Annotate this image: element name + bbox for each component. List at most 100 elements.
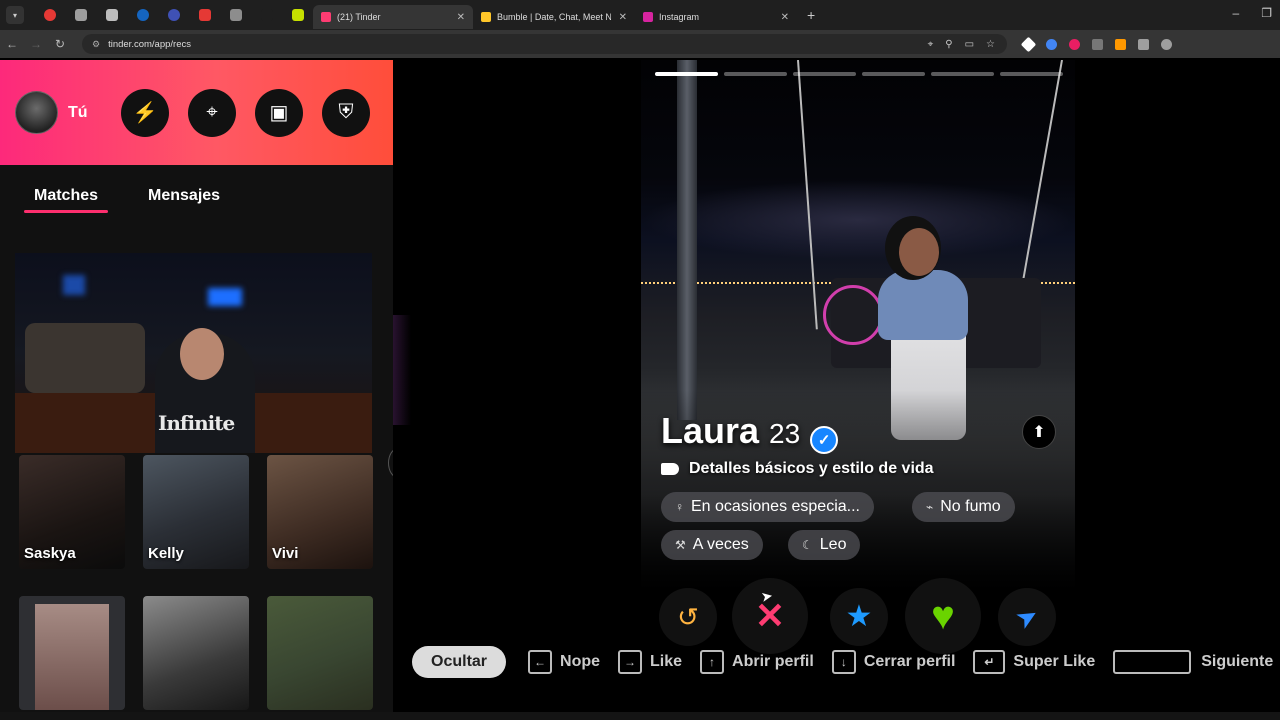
install-icon[interactable]: ▭ — [965, 39, 974, 50]
pinned-tab[interactable] — [189, 0, 220, 30]
sidebar-tabs: Matches Mensajes — [0, 165, 393, 245]
instagram-favicon — [643, 12, 653, 22]
super-like-button[interactable]: ★ — [830, 588, 888, 646]
tab-bumble[interactable]: Bumble | Date, Chat, Meet New ✕ — [473, 5, 635, 29]
tab-search-dropdown[interactable]: ▾ — [6, 6, 24, 24]
close-tab-icon[interactable]: ✕ — [457, 12, 465, 23]
monitor-glow — [63, 275, 85, 295]
chip-drinking: ♀ En ocasiones especia... — [661, 492, 874, 522]
boost-action-button[interactable]: ➤ — [998, 588, 1056, 646]
previous-card-edge — [393, 315, 411, 425]
details-label: Detalles básicos y estilo de vida — [689, 460, 934, 477]
tinder-favicon — [321, 12, 331, 22]
heart-icon: ♥ — [931, 594, 955, 638]
pinned-tab[interactable] — [220, 0, 251, 30]
maximize-icon[interactable]: ❐ — [1261, 6, 1272, 20]
pinned-tab[interactable] — [96, 0, 127, 30]
boost-button[interactable]: ⚡ — [121, 88, 169, 137]
close-tab-icon[interactable]: ✕ — [781, 12, 789, 23]
pinned-tab[interactable] — [65, 0, 96, 30]
bumble-favicon — [481, 12, 491, 22]
hide-shortcuts-button[interactable]: Ocultar — [412, 645, 507, 678]
streamer-head — [180, 328, 224, 380]
browser-toolbar: ← → ↻ ⚙ tinder.com/app/recs ⌖ ⚲ ▭ ☆ — [0, 30, 1280, 58]
shortcut-nope: ← Nope — [528, 649, 600, 674]
tab-messages[interactable]: Mensajes — [138, 187, 230, 213]
back-icon[interactable]: ← — [0, 37, 24, 51]
photo-progress-segment[interactable] — [655, 72, 718, 76]
tab-tinder[interactable]: (21) Tinder ✕ — [313, 5, 473, 29]
photo-progress-segment[interactable] — [793, 72, 856, 76]
extension-icon[interactable] — [1020, 36, 1037, 52]
work-mode-button[interactable]: ▣ — [255, 88, 303, 137]
chip-smoking: ⌁ No fumo — [912, 492, 1015, 522]
arrow-left-key-icon: ← — [528, 649, 553, 674]
avatar[interactable] — [15, 91, 58, 134]
safety-button[interactable]: ⛨ — [322, 88, 370, 137]
match-card[interactable] — [19, 596, 125, 710]
browser-tab-bar: ▾ (21) Tinder ✕ Bumble | Date, Chat, Mee… — [0, 0, 1280, 30]
rewind-button[interactable]: ↺ — [659, 588, 717, 646]
zoom-icon[interactable]: ⚲ — [945, 39, 952, 50]
extensions-area — [1020, 36, 1172, 52]
sidebar: Tú ⚡ ⌖ ▣ ⛨ Matches Mensajes Infinite Sas… — [0, 60, 393, 720]
shortcut-next: Siguiente — [1113, 649, 1273, 674]
chip-label: No fumo — [940, 498, 1001, 515]
match-name: Vivi — [272, 545, 299, 562]
profile-icon[interactable] — [1161, 38, 1172, 50]
window-controls: – ❐ — [1233, 6, 1272, 20]
extension-icon[interactable] — [1046, 38, 1057, 50]
extension-icon[interactable] — [1115, 38, 1126, 50]
like-button[interactable]: ♥ — [905, 578, 981, 654]
arrow-up-key-icon: ↑ — [700, 649, 725, 674]
extensions-puzzle-icon[interactable] — [1138, 38, 1149, 50]
match-card[interactable]: Kelly — [143, 455, 249, 569]
pinned-tab[interactable] — [282, 0, 313, 30]
shortcut-label: Cerrar perfil — [863, 652, 956, 670]
profile-title: Laura 23 ✓ — [661, 410, 839, 454]
match-name: Saskya — [24, 545, 76, 562]
photo-progress-segment[interactable] — [1000, 72, 1063, 76]
address-bar[interactable]: ⚙ tinder.com/app/recs ⌖ ⚲ ▭ ☆ — [82, 34, 1007, 54]
match-card[interactable]: Saskya — [19, 455, 125, 569]
match-card[interactable] — [267, 596, 373, 710]
forward-icon[interactable]: → — [24, 37, 48, 51]
location-icon[interactable]: ⌖ — [928, 39, 934, 50]
pinned-tabs — [34, 0, 313, 30]
sidebar-header: Tú ⚡ ⌖ ▣ ⛨ — [0, 60, 393, 165]
close-tab-icon[interactable]: ✕ — [619, 12, 627, 23]
site-info-icon[interactable]: ⚙ — [92, 39, 100, 50]
neon-heart — [823, 285, 883, 345]
new-tab-icon[interactable]: + — [807, 7, 815, 23]
photo-progress-segment[interactable] — [724, 72, 787, 76]
explore-button[interactable]: ⌖ — [188, 88, 236, 137]
shortcut-like: → Like — [618, 649, 682, 674]
extension-icon[interactable] — [1092, 38, 1103, 50]
open-profile-button[interactable]: ⬆ — [1022, 415, 1056, 449]
chip-zodiac: ☾ Leo — [788, 530, 861, 560]
photo-progress-segment[interactable] — [862, 72, 925, 76]
chip-label: Leo — [819, 536, 847, 553]
extension-icon[interactable] — [1069, 38, 1080, 50]
user-label[interactable]: Tú — [68, 104, 112, 122]
reload-icon[interactable]: ↻ — [48, 37, 72, 51]
pinned-tab[interactable] — [251, 0, 282, 30]
profile-card[interactable]: Laura 23 ✓ ⬆ Detalles básicos y estilo d… — [641, 60, 1075, 590]
pinned-tab[interactable] — [158, 0, 189, 30]
tab-matches[interactable]: Matches — [24, 187, 109, 213]
rewind-icon: ↺ — [677, 602, 699, 632]
shortcut-open-profile: ↑ Abrir perfil — [700, 649, 814, 674]
shortcut-super-like: ↵ Super Like — [973, 649, 1095, 674]
bookmark-star-icon[interactable]: ☆ — [986, 39, 995, 50]
pinned-tab[interactable] — [34, 0, 65, 30]
shirt-print: Infinite — [158, 411, 235, 435]
photo-progress-segment[interactable] — [931, 72, 994, 76]
match-card[interactable] — [143, 596, 249, 710]
person-jacket — [878, 270, 968, 340]
minimize-icon[interactable]: – — [1233, 6, 1240, 20]
lightning-icon: ⚡ — [132, 102, 158, 124]
match-card[interactable]: Vivi — [267, 455, 373, 569]
pinned-tab[interactable] — [127, 0, 158, 30]
tab-instagram[interactable]: Instagram ✕ — [635, 5, 797, 29]
photo-progress — [655, 72, 1063, 76]
